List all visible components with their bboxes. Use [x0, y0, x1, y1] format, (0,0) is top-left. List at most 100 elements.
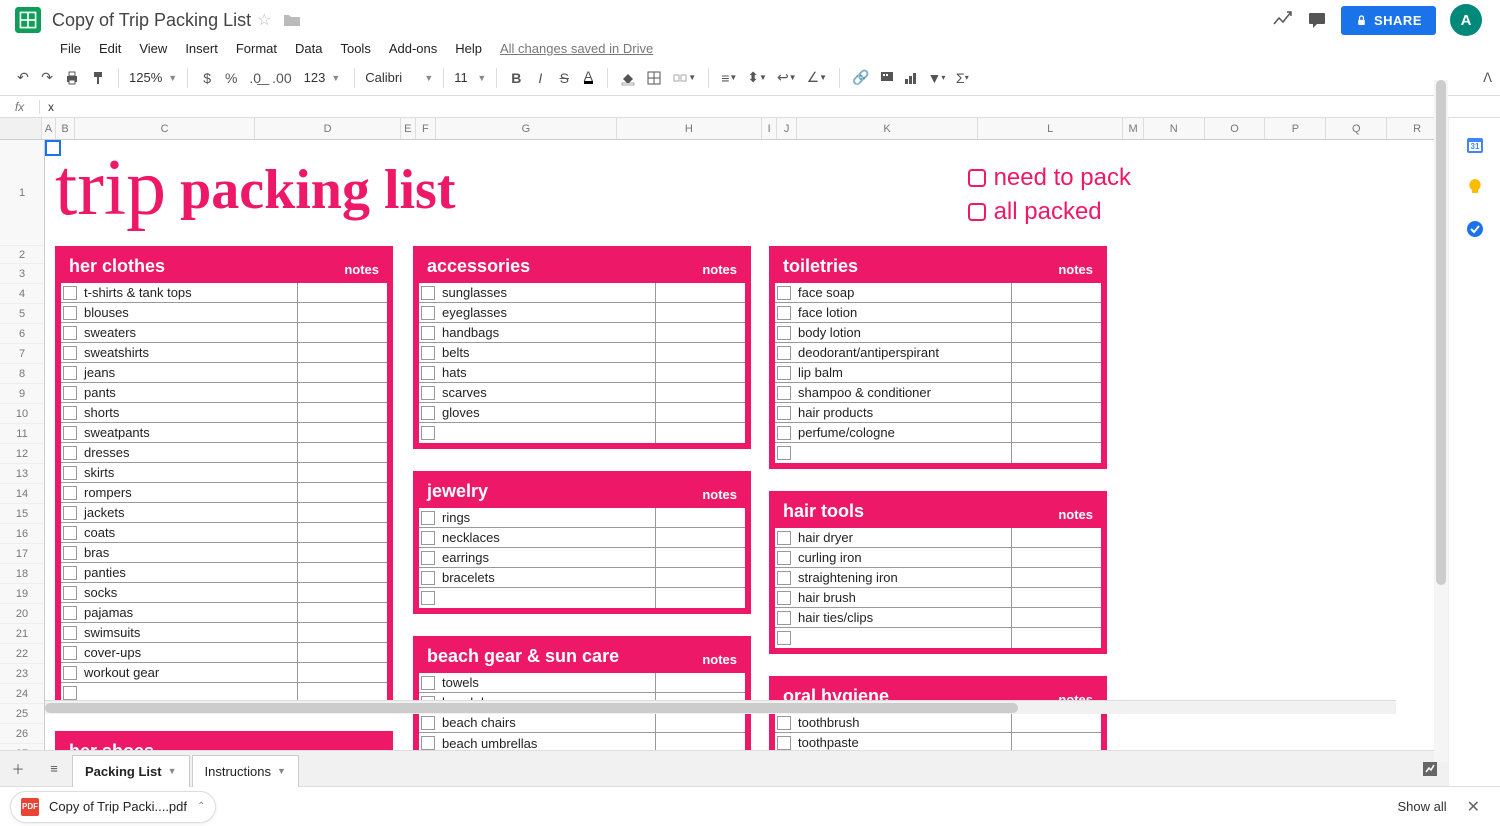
list-item[interactable]: lip balm: [775, 363, 1101, 383]
list-item[interactable]: perfume/cologne: [775, 423, 1101, 443]
folder-icon[interactable]: [277, 13, 307, 27]
chevron-down-icon[interactable]: ▼: [277, 766, 286, 776]
row-header[interactable]: 27: [0, 744, 44, 750]
checkbox-icon[interactable]: [777, 306, 791, 320]
list-item[interactable]: beach chairs: [419, 713, 745, 733]
list-item[interactable]: curling iron: [775, 548, 1101, 568]
checkbox-icon[interactable]: [421, 406, 435, 420]
checkbox-icon[interactable]: [777, 366, 791, 380]
notes-cell[interactable]: [297, 563, 387, 582]
col-header[interactable]: B: [56, 118, 75, 139]
list-item[interactable]: sweatpants: [61, 423, 387, 443]
row-header[interactable]: 18: [0, 564, 44, 584]
notes-cell[interactable]: [655, 283, 745, 302]
checkbox-icon[interactable]: [421, 306, 435, 320]
filter-button[interactable]: ▼▾: [924, 67, 950, 89]
list-item[interactable]: [419, 423, 745, 443]
checkbox-icon[interactable]: [63, 606, 77, 620]
checkbox-icon[interactable]: [421, 736, 435, 750]
checkbox-icon[interactable]: [63, 666, 77, 680]
notes-cell[interactable]: [297, 463, 387, 482]
notes-cell[interactable]: [1011, 733, 1101, 750]
notes-cell[interactable]: [655, 323, 745, 342]
col-header[interactable]: E: [401, 118, 416, 139]
notes-cell[interactable]: [655, 528, 745, 547]
checkbox-icon[interactable]: [63, 466, 77, 480]
checkbox-icon[interactable]: [63, 446, 77, 460]
text-color-button[interactable]: A: [577, 67, 599, 89]
list-item[interactable]: shampoo & conditioner: [775, 383, 1101, 403]
avatar[interactable]: A: [1450, 4, 1482, 36]
comments-icon[interactable]: [1307, 10, 1327, 30]
notes-cell[interactable]: [655, 383, 745, 402]
list-item[interactable]: toothbrush: [775, 713, 1101, 733]
strike-button[interactable]: S: [553, 67, 575, 89]
add-sheet-button[interactable]: ＋: [0, 759, 36, 778]
row-header[interactable]: 15: [0, 504, 44, 524]
checkbox-icon[interactable]: [63, 366, 77, 380]
checkbox-icon[interactable]: [777, 551, 791, 565]
col-header[interactable]: F: [416, 118, 436, 139]
row-header[interactable]: 8: [0, 364, 44, 384]
list-item[interactable]: handbags: [419, 323, 745, 343]
undo-button[interactable]: ↶: [12, 67, 34, 89]
row-header[interactable]: 23: [0, 664, 44, 684]
menu-insert[interactable]: Insert: [177, 39, 226, 58]
list-item[interactable]: straightening iron: [775, 568, 1101, 588]
notes-cell[interactable]: [297, 423, 387, 442]
menu-view[interactable]: View: [131, 39, 175, 58]
document-name[interactable]: Copy of Trip Packing List: [48, 10, 251, 31]
notes-cell[interactable]: [655, 423, 745, 443]
col-header[interactable]: K: [797, 118, 978, 139]
rotate-button[interactable]: ∠▼: [803, 67, 831, 89]
italic-button[interactable]: I: [529, 67, 551, 89]
checkbox-icon[interactable]: [421, 326, 435, 340]
checkbox-icon[interactable]: [777, 346, 791, 360]
row-header[interactable]: 9: [0, 384, 44, 404]
notes-cell[interactable]: [297, 643, 387, 662]
notes-cell[interactable]: [655, 508, 745, 527]
notes-cell[interactable]: [297, 403, 387, 422]
col-header[interactable]: N: [1144, 118, 1205, 139]
sheet-tab[interactable]: Instructions▼: [192, 755, 299, 787]
checkbox-icon[interactable]: [63, 566, 77, 580]
column-headers[interactable]: ABCDEFGHIJKLMNOPQR: [0, 118, 1448, 140]
notes-cell[interactable]: [297, 283, 387, 302]
notes-cell[interactable]: [297, 603, 387, 622]
notes-cell[interactable]: [1011, 323, 1101, 342]
row-header[interactable]: 22: [0, 644, 44, 664]
checkbox-icon[interactable]: [777, 426, 791, 440]
notes-cell[interactable]: [1011, 528, 1101, 547]
toolbar-expand-button[interactable]: ᐱ: [1483, 70, 1492, 86]
checkbox-icon[interactable]: [777, 531, 791, 545]
notes-cell[interactable]: [655, 363, 745, 382]
list-item[interactable]: workout gear: [61, 663, 387, 683]
list-item[interactable]: hair ties/clips: [775, 608, 1101, 628]
list-item[interactable]: pants: [61, 383, 387, 403]
menu-data[interactable]: Data: [287, 39, 330, 58]
list-item[interactable]: towels: [419, 673, 745, 693]
list-item[interactable]: [775, 628, 1101, 648]
row-header[interactable]: 1: [0, 140, 44, 246]
notes-cell[interactable]: [655, 713, 745, 732]
notes-cell[interactable]: [1011, 283, 1101, 302]
notes-cell[interactable]: [1011, 548, 1101, 567]
notes-cell[interactable]: [297, 343, 387, 362]
list-item[interactable]: t-shirts & tank tops: [61, 283, 387, 303]
notes-cell[interactable]: [297, 583, 387, 602]
notes-cell[interactable]: [655, 673, 745, 692]
checkbox-icon[interactable]: [63, 626, 77, 640]
sheet-tab[interactable]: Packing List▼: [72, 755, 190, 787]
checkbox-icon[interactable]: [421, 366, 435, 380]
checkbox-icon[interactable]: [421, 716, 435, 730]
list-item[interactable]: hair products: [775, 403, 1101, 423]
notes-cell[interactable]: [1011, 608, 1101, 627]
notes-cell[interactable]: [297, 663, 387, 682]
row-header[interactable]: 19: [0, 584, 44, 604]
list-item[interactable]: dresses: [61, 443, 387, 463]
number-format-select[interactable]: 123▼: [298, 70, 347, 85]
checkbox-icon[interactable]: [63, 486, 77, 500]
notes-cell[interactable]: [1011, 628, 1101, 648]
checkbox-icon[interactable]: [421, 426, 435, 440]
tasks-icon[interactable]: [1464, 218, 1486, 240]
